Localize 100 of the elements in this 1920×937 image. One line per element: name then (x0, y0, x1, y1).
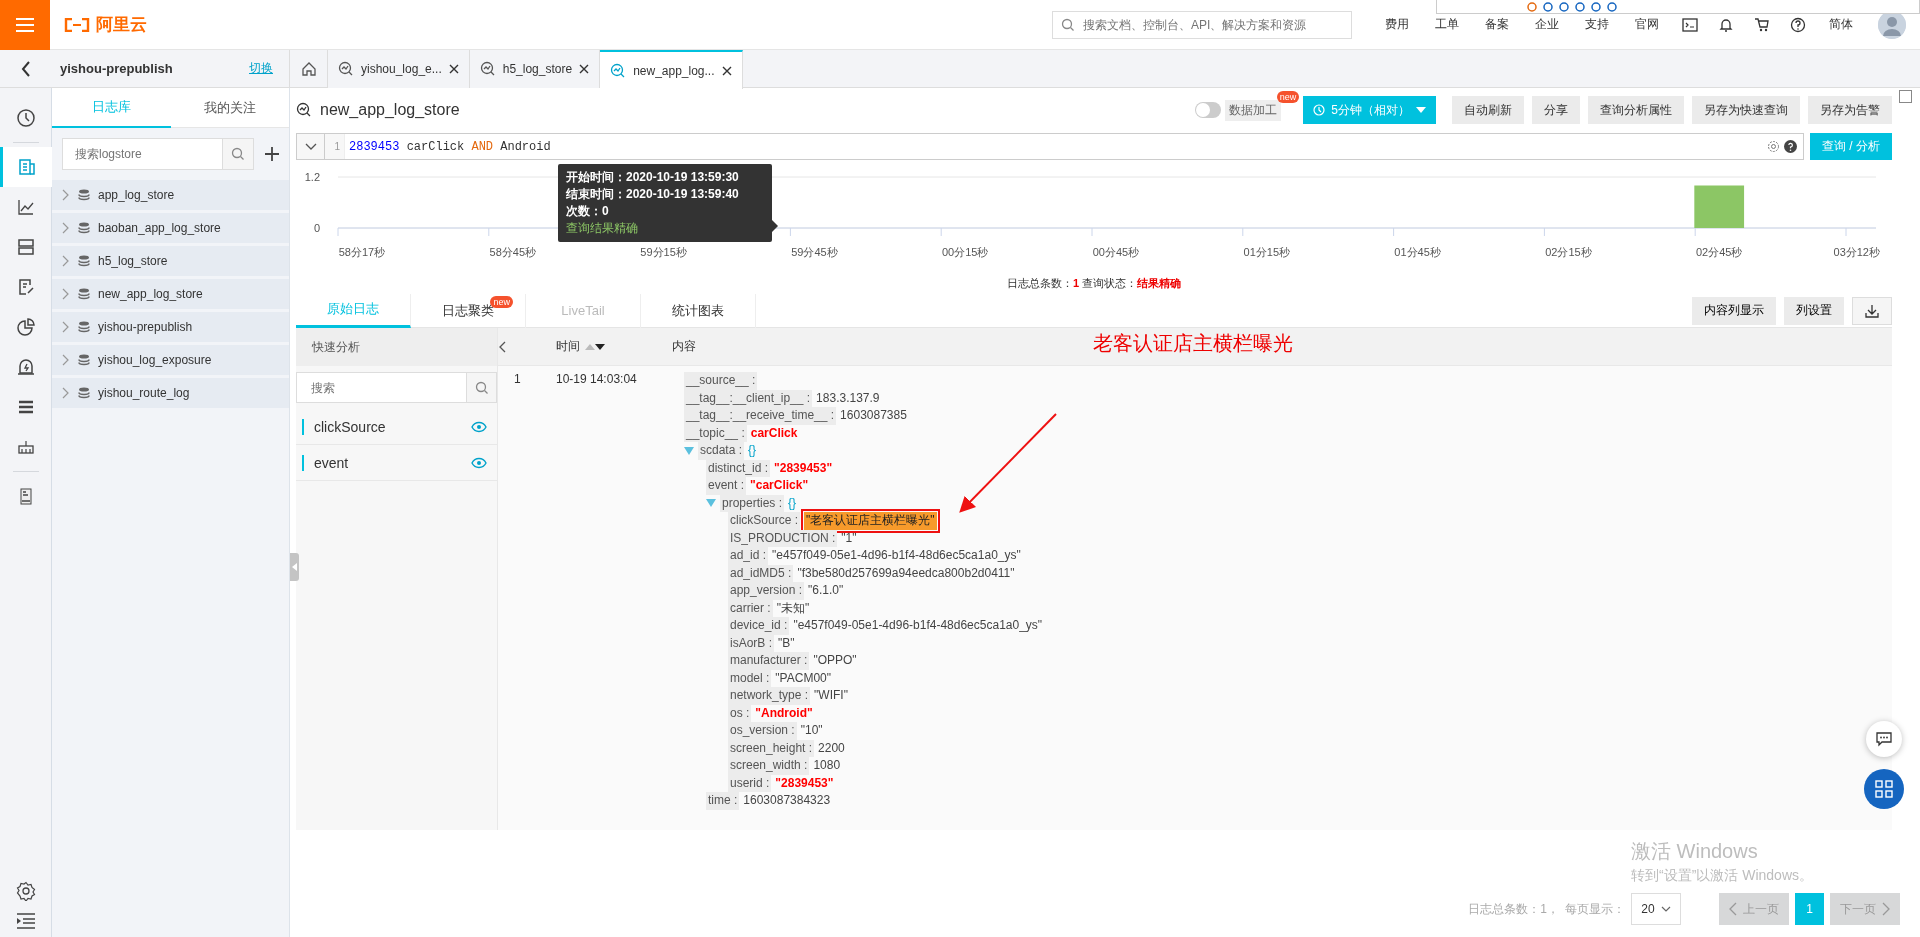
axis-label: 03分12秒 (1833, 246, 1880, 258)
field-name: clickSource (314, 418, 387, 435)
field-key: network_type : (728, 687, 811, 705)
field-item[interactable]: clickSource (296, 409, 497, 445)
chevron-icon (62, 189, 70, 201)
field-value: "OPPO" (813, 652, 857, 669)
search-icon (231, 147, 245, 161)
logstore-item[interactable]: baoban_app_log_store (52, 213, 289, 243)
home-icon[interactable] (300, 60, 317, 77)
field-key: ad_id : (728, 547, 769, 565)
tray-icon[interactable] (1543, 1, 1553, 12)
logstore-tab[interactable]: h5_log_store (469, 50, 601, 88)
help-icon[interactable] (1790, 16, 1806, 33)
cart-icon[interactable] (1754, 16, 1770, 33)
logstore-item[interactable]: yishou_log_exposure (52, 345, 289, 375)
query-summary: 日志总条数：1 查询状态：结果精确 (1005, 276, 1183, 291)
logstore-item[interactable]: h5_log_store (52, 246, 289, 276)
field-value: carClick (750, 424, 798, 442)
settings-icon[interactable] (15, 881, 36, 901)
download-icon (1865, 303, 1879, 318)
search-button[interactable] (222, 139, 253, 169)
add-icon[interactable] (264, 146, 280, 162)
chevron-icon (62, 255, 70, 267)
close-icon[interactable] (448, 64, 459, 74)
field-item[interactable]: event (296, 445, 497, 481)
download-button[interactable] (1852, 296, 1892, 325)
log-tab[interactable]: 统计图表 (641, 293, 756, 328)
action-button[interactable]: 分享 (1532, 96, 1580, 124)
column-header[interactable]: 时间 (556, 338, 580, 355)
menu-icon (16, 17, 34, 32)
indent-icon[interactable] (15, 913, 36, 929)
field-value: 2200 (818, 739, 845, 757)
action-button[interactable]: 查询分析属性 (1588, 96, 1684, 124)
nav-link[interactable]: 支持 (1572, 16, 1622, 33)
nav-link[interactable]: 官网 (1622, 16, 1672, 33)
nav-link[interactable]: 备案 (1472, 16, 1522, 33)
tooltip-link[interactable]: 查询结果精确 (566, 220, 764, 237)
close-icon[interactable] (721, 65, 732, 76)
grid-icon (1875, 780, 1893, 798)
tray-icon[interactable] (1527, 1, 1537, 12)
nav-link[interactable]: 企业 (1522, 16, 1572, 33)
chevron-icon[interactable] (304, 142, 317, 151)
tooltip-line: 次数：0 (566, 203, 610, 220)
terminal-icon[interactable] (1682, 16, 1698, 33)
field-key: __source__ : (684, 372, 758, 390)
action-button[interactable]: 另存为快速查询 (1692, 96, 1800, 124)
field-value: "老客认证店主横栏曝光" (804, 512, 937, 530)
row-number: 1 (513, 372, 522, 388)
action-button[interactable]: 列设置 (1784, 296, 1844, 325)
tray-icon[interactable] (1591, 1, 1601, 12)
data-process-toggle[interactable] (1195, 102, 1222, 118)
tray-icon[interactable] (1607, 1, 1617, 12)
database-icon (78, 189, 90, 201)
page-size-select[interactable]: 20 (1631, 893, 1681, 925)
sort-icon[interactable] (584, 342, 606, 351)
field-key: clickSource : (728, 512, 801, 530)
eye-icon[interactable] (471, 420, 487, 433)
query-field[interactable]: 1 2839453 carClick AND Android (296, 133, 1804, 160)
logstore-item[interactable]: app_log_store (52, 180, 289, 210)
field-key: distinct_id : (706, 459, 771, 477)
chat-button[interactable] (1866, 721, 1902, 757)
action-button[interactable]: 自动刷新 (1452, 96, 1524, 124)
close-icon[interactable] (579, 64, 590, 74)
chevron-icon (62, 321, 70, 333)
search-box[interactable]: 搜索logstore (62, 138, 254, 170)
window-corner-box[interactable] (1899, 90, 1912, 103)
nav-link[interactable]: 工单 (1422, 16, 1472, 33)
field-value: 1080 (813, 757, 841, 774)
logstore-tab[interactable]: new_app_log... (600, 50, 743, 89)
apps-button[interactable] (1864, 769, 1904, 809)
logstore-tab[interactable]: yishou_log_e... (328, 50, 470, 88)
search-button[interactable] (466, 373, 496, 402)
help-icon[interactable] (1784, 140, 1797, 153)
nav-link[interactable]: 费用 (1372, 16, 1422, 33)
panel-title: 快速分析 (296, 328, 497, 366)
tray-icon[interactable] (1575, 1, 1585, 12)
logstore-item[interactable]: yishou-prepublish (52, 312, 289, 342)
search-box[interactable]: 搜索 (296, 372, 497, 403)
axis-label: 02分15秒 (1545, 246, 1592, 258)
menu-button[interactable] (0, 0, 50, 50)
back-icon[interactable] (498, 340, 506, 353)
field-key: device_id : (728, 617, 790, 635)
action-button[interactable]: 内容列显示 (1692, 296, 1776, 325)
logstore-item[interactable]: yishou_route_log (52, 378, 289, 408)
logstore-item[interactable]: new_app_log_store (52, 279, 289, 309)
action-button[interactable]: 另存为告警 (1808, 96, 1892, 124)
collapse-handle[interactable] (290, 553, 299, 581)
field-value: "B" (778, 634, 795, 652)
table-cell-text: 10-19 14:03:04 (556, 372, 638, 388)
chevron-icon (1882, 902, 1890, 916)
nav-link[interactable]: 简体 (1816, 16, 1866, 33)
field-value: "e457f049-05e1-4d96-b1f4-48d6ec5ca1a0_ys" (793, 617, 1043, 634)
search-field[interactable]: 搜索文档、控制台、API、解决方案和资源 (1052, 10, 1352, 39)
tray-icon[interactable] (1559, 1, 1569, 12)
back-icon[interactable] (21, 60, 31, 77)
field-value: "PACM00" (775, 669, 831, 687)
bell-icon[interactable] (1718, 16, 1734, 33)
pie-chart-icon (15, 317, 36, 337)
tooltip-line: 开始时间：2020-10-19 13:59:30 (566, 169, 740, 186)
eye-icon[interactable] (471, 456, 487, 469)
